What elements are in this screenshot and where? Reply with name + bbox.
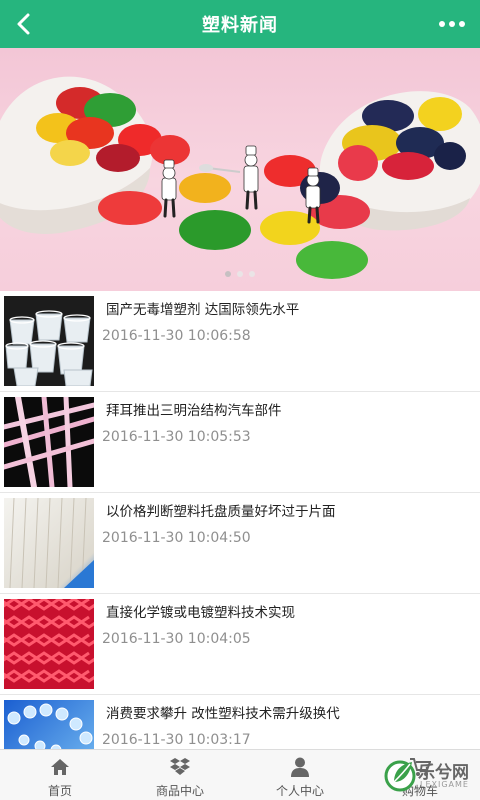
news-item[interactable]: 以价格判断塑料托盘质量好坏过于片面 2016-11-30 10:04:50 bbox=[0, 493, 480, 594]
news-date: 2016-11-30 10:04:05 bbox=[102, 631, 251, 647]
chevron-left-icon bbox=[17, 13, 30, 35]
cart-icon bbox=[409, 756, 431, 778]
news-thumbnail bbox=[4, 397, 94, 487]
more-dots-icon bbox=[439, 21, 445, 27]
news-item[interactable]: 国产无毒增塑剂 达国际领先水平 2016-11-30 10:06:58 bbox=[0, 291, 480, 392]
bottom-navigation: 首页 商品中心 个人中心 购物车 bbox=[0, 749, 480, 800]
news-thumbnail bbox=[4, 296, 94, 386]
news-thumbnail bbox=[4, 599, 94, 689]
news-date: 2016-11-30 10:06:58 bbox=[102, 328, 251, 344]
box-icon bbox=[169, 756, 191, 778]
carousel-dot[interactable] bbox=[237, 271, 243, 277]
news-date: 2016-11-30 10:03:17 bbox=[102, 732, 251, 748]
home-icon bbox=[49, 756, 71, 778]
nav-home[interactable]: 首页 bbox=[0, 750, 120, 800]
carousel-indicators bbox=[0, 271, 480, 277]
page-title: 塑料新闻 bbox=[202, 15, 278, 36]
news-title: 直接化学镀或电镀塑料技术实现 bbox=[106, 605, 295, 621]
news-date: 2016-11-30 10:04:50 bbox=[102, 530, 251, 546]
nav-label: 商品中心 bbox=[155, 784, 204, 798]
banner-carousel[interactable] bbox=[0, 48, 480, 291]
news-date: 2016-11-30 10:05:53 bbox=[102, 429, 251, 445]
news-list: 国产无毒增塑剂 达国际领先水平 2016-11-30 10:06:58 拜耳推出… bbox=[0, 291, 480, 749]
person-icon bbox=[289, 756, 311, 778]
news-item[interactable]: 拜耳推出三明治结构汽车部件 2016-11-30 10:05:53 bbox=[0, 392, 480, 493]
news-item[interactable]: 消费要求攀升 改性塑料技术需升级换代 2016-11-30 10:03:17 bbox=[0, 695, 480, 749]
banner-image bbox=[0, 76, 480, 279]
news-title: 以价格判断塑料托盘质量好坏过于片面 bbox=[106, 504, 336, 520]
nav-label: 个人中心 bbox=[275, 784, 324, 798]
more-menu-button[interactable] bbox=[432, 6, 472, 42]
top-bar: 塑料新闻 bbox=[0, 0, 480, 48]
news-title: 消费要求攀升 改性塑料技术需升级换代 bbox=[106, 706, 340, 722]
news-title: 拜耳推出三明治结构汽车部件 bbox=[106, 403, 282, 419]
news-thumbnail bbox=[4, 498, 94, 588]
nav-products[interactable]: 商品中心 bbox=[120, 750, 240, 800]
back-button[interactable] bbox=[6, 6, 42, 42]
nav-label: 购物车 bbox=[401, 784, 438, 798]
news-thumbnail bbox=[4, 700, 94, 749]
news-title: 国产无毒增塑剂 达国际领先水平 bbox=[106, 302, 300, 318]
app-screen: 塑料新闻 国产无毒增塑剂 达国际领先水平 2016-11-30 10:06:58… bbox=[0, 0, 480, 800]
nav-label: 首页 bbox=[47, 784, 72, 798]
news-item[interactable]: 直接化学镀或电镀塑料技术实现 2016-11-30 10:04:05 bbox=[0, 594, 480, 695]
carousel-dot[interactable] bbox=[249, 271, 255, 277]
nav-profile[interactable]: 个人中心 bbox=[240, 750, 360, 800]
nav-cart[interactable]: 购物车 bbox=[360, 750, 480, 800]
carousel-dot[interactable] bbox=[225, 271, 231, 277]
